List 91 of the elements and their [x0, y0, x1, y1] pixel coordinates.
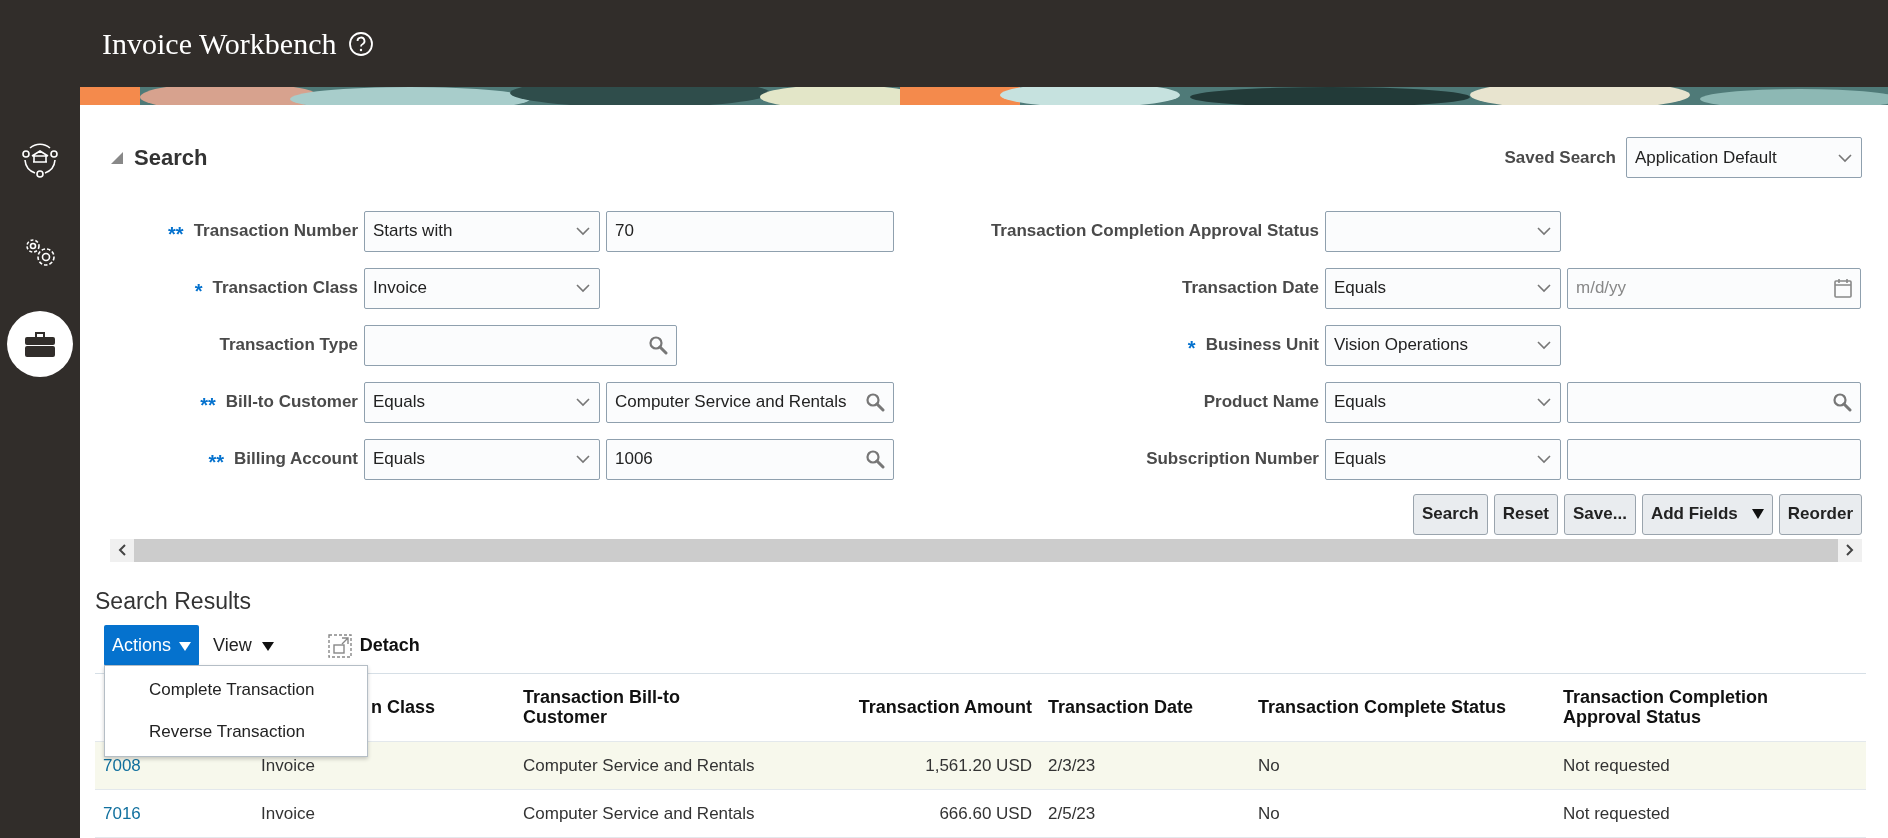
chevron-down-icon	[1536, 454, 1552, 465]
saved-search-select[interactable]: Application Default	[1626, 137, 1862, 179]
required-marker: *	[1187, 336, 1196, 360]
chevron-down-icon	[575, 283, 591, 294]
lookup-field[interactable]	[364, 324, 677, 366]
collapse-triangle-icon	[110, 150, 124, 165]
caret-icon	[179, 640, 192, 651]
caret-icon	[261, 640, 274, 651]
search-icon[interactable]	[1832, 392, 1852, 413]
column-header[interactable]: Transaction Bill-to Customer	[515, 687, 755, 728]
table-cell-text: Not requested	[1562, 803, 1671, 824]
table-cell-text: Invoice	[260, 755, 316, 776]
operator-select[interactable]: Equals	[1325, 381, 1561, 423]
operator-select[interactable]: Equals	[1325, 267, 1561, 309]
operator-select[interactable]: Equals	[1325, 438, 1561, 480]
table-cell-text: 2/3/23	[1047, 755, 1097, 776]
chevron-down-icon	[575, 397, 591, 408]
section-title: Search Results	[95, 588, 252, 615]
column-header[interactable]: Transaction Completion Approval Status	[1555, 687, 1795, 728]
table-cell-text: Invoice	[260, 803, 316, 824]
search-icon[interactable]	[648, 335, 668, 356]
table-row[interactable]: 7008 Invoice Computer Service and Rentals 1,561.20 USD 2/3/23 No Not requested	[95, 742, 1866, 790]
chevron-right-icon[interactable]	[1845, 543, 1855, 558]
required-marker: **	[208, 450, 224, 474]
field-label: Transaction Number	[193, 221, 358, 242]
field-label: Business Unit	[1205, 335, 1319, 356]
chevron-down-icon	[1536, 340, 1552, 351]
table-cell-text: 1,561.20 USD	[924, 755, 1033, 776]
detach-icon	[327, 633, 352, 658]
input-field[interactable]: 70	[606, 210, 894, 252]
chevron-down-icon	[1536, 397, 1552, 408]
toolbox-icon	[24, 330, 56, 358]
operator-select[interactable]: Equals	[364, 438, 600, 480]
menu-item[interactable]: Complete Transaction	[105, 669, 367, 711]
required-marker: **	[168, 222, 184, 246]
transaction-link[interactable]: 7016	[95, 803, 253, 824]
field-label: Product Name	[1203, 392, 1319, 413]
horizontal-scrollbar[interactable]	[110, 538, 1862, 562]
required-marker: **	[200, 393, 216, 417]
field-label: Bill-to Customer	[225, 392, 358, 413]
lookup-field[interactable]: 1006	[606, 438, 894, 480]
column-header[interactable]: Transaction Complete Status	[1250, 697, 1555, 718]
action-button[interactable]: Reorder	[1778, 493, 1862, 535]
caret-icon	[1751, 509, 1764, 520]
actions-menu-button[interactable]: Actions	[104, 625, 200, 666]
select-field[interactable]	[1325, 210, 1561, 252]
field-label: Transaction Class	[212, 278, 358, 299]
action-button[interactable]: Search	[1413, 493, 1488, 535]
chevron-down-icon	[1536, 283, 1552, 294]
lookup-field[interactable]: Computer Service and Rentals	[606, 381, 894, 423]
building-cycle-icon	[20, 140, 60, 180]
column-header[interactable]: Transaction Date	[1040, 697, 1250, 718]
operator-select[interactable]: Equals	[364, 381, 600, 423]
select-field[interactable]: Invoice	[364, 267, 600, 309]
action-button[interactable]: Reset	[1493, 493, 1559, 535]
menu-button[interactable]: Add Fields	[1641, 493, 1773, 535]
field-label: Transaction Type	[219, 335, 358, 356]
calendar-icon[interactable]	[1834, 278, 1852, 299]
table-cell-text: Computer Service and Rentals	[522, 755, 756, 776]
transaction-link[interactable]: 7008	[95, 755, 253, 776]
detach-button[interactable]: Detach	[327, 633, 420, 658]
table-cell-text: 666.60 USD	[938, 803, 1033, 824]
table-cell-text: No	[1257, 803, 1281, 824]
table-cell-text: Not requested	[1562, 755, 1671, 776]
table-cell-text: Computer Service and Rentals	[522, 803, 756, 824]
chevron-down-icon	[575, 226, 591, 237]
view-menu-button[interactable]: View	[207, 635, 280, 656]
search-section-toggle[interactable]: Search	[110, 144, 208, 171]
field-label: Transaction Date	[1182, 278, 1319, 299]
search-icon[interactable]	[865, 449, 885, 470]
page-title: Invoice Workbench	[102, 26, 337, 61]
action-button[interactable]: Save...	[1564, 493, 1636, 535]
column-header[interactable]: Transaction Amount	[840, 697, 1040, 718]
required-marker: *	[194, 279, 203, 303]
select-field[interactable]: Vision Operations	[1325, 324, 1561, 366]
help-icon[interactable]	[348, 30, 375, 57]
chevron-down-icon	[575, 454, 591, 465]
search-icon[interactable]	[865, 392, 885, 413]
chevron-left-icon[interactable]	[117, 543, 127, 558]
lookup-field[interactable]	[1567, 381, 1861, 423]
table-cell-text: No	[1257, 755, 1281, 776]
chevron-down-icon	[1536, 226, 1552, 237]
field-label: Subscription Number	[1146, 449, 1319, 470]
field-label: Saved Search	[1504, 147, 1616, 168]
field-label: Billing Account	[233, 449, 358, 470]
table-cell-text: 2/5/23	[1047, 803, 1097, 824]
input-field[interactable]	[1567, 438, 1861, 480]
chevron-down-icon	[1837, 152, 1853, 163]
date-field[interactable]: m/d/yy	[1567, 267, 1861, 309]
operator-select[interactable]: Starts with	[364, 210, 600, 252]
field-label: Transaction Completion Approval Status	[990, 221, 1319, 242]
